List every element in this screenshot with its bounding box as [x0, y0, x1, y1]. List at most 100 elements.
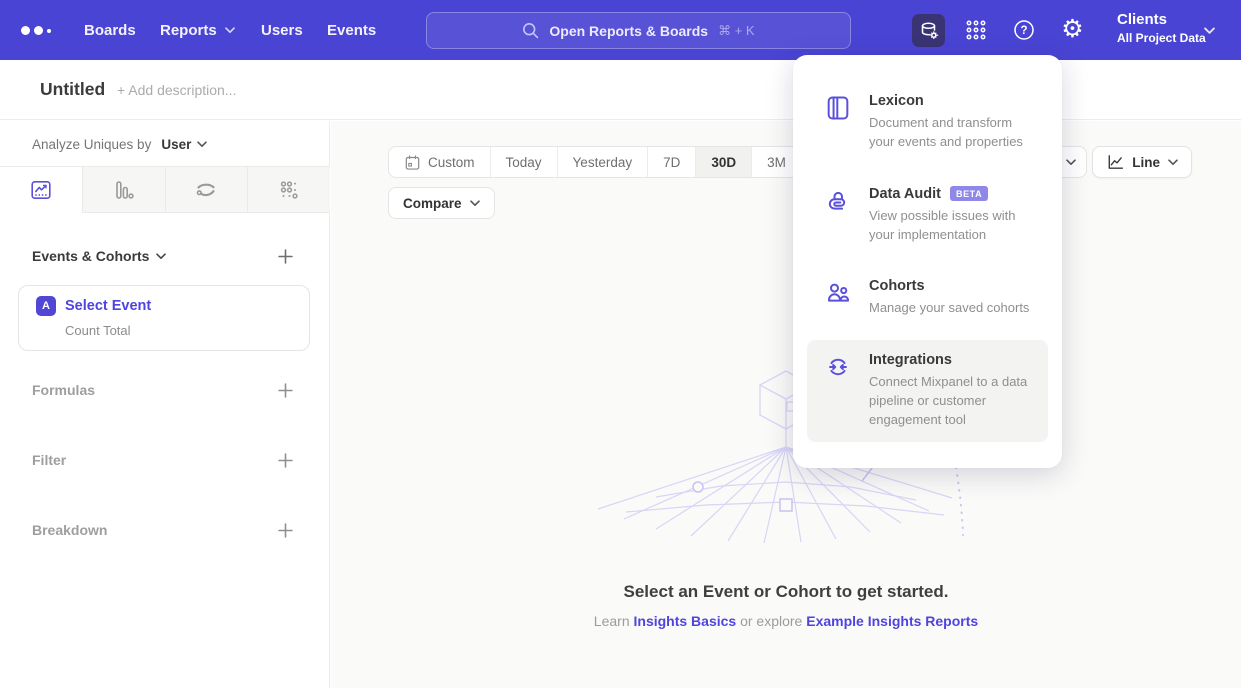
- chevron-down-icon: [1168, 159, 1178, 166]
- calendar-icon: [404, 154, 421, 171]
- empty-state-subtitle: Learn Insights Basics or explore Example…: [331, 613, 1241, 629]
- data-management-button[interactable]: [912, 14, 945, 47]
- project-name: All Project Data: [1117, 30, 1206, 47]
- menu-item-title: Lexicon: [869, 93, 1038, 109]
- range-custom[interactable]: Custom: [389, 147, 490, 177]
- chevron-down-icon: [1066, 159, 1076, 166]
- formulas-section: Formulas: [0, 378, 330, 402]
- apps-grid-button[interactable]: [963, 17, 989, 43]
- data-management-menu: Lexicon Document and transform your even…: [793, 55, 1062, 468]
- mixpanel-logo[interactable]: [21, 26, 51, 35]
- breakdown-section: Breakdown: [0, 518, 330, 542]
- menu-item-cohorts[interactable]: Cohorts Manage your saved cohorts: [807, 266, 1048, 330]
- chevron-down-icon: [1204, 27, 1215, 35]
- org-name: Clients: [1117, 10, 1206, 30]
- range-yesterday[interactable]: Yesterday: [557, 147, 648, 177]
- compare-label: Compare: [403, 196, 462, 211]
- beta-badge: BETA: [950, 186, 988, 201]
- chart-canvas: Custom Today Yesterday 7D 30D 3M 6M Comp…: [331, 121, 1241, 688]
- search-placeholder: Open Reports & Boards: [549, 23, 708, 39]
- menu-item-description: Document and transform your events and p…: [869, 114, 1038, 152]
- line-chart-tab-icon: [29, 178, 53, 202]
- report-title[interactable]: Untitled: [40, 79, 105, 100]
- tab-bar-chart[interactable]: [82, 167, 165, 213]
- query-sidebar: Analyze Uniques by User: [0, 121, 330, 688]
- nav-events[interactable]: Events: [327, 0, 376, 60]
- events-cohorts-toggle[interactable]: Events & Cohorts: [32, 248, 166, 264]
- menu-item-title: Cohorts: [869, 278, 1029, 294]
- select-event-label[interactable]: Select Event: [65, 298, 151, 314]
- nav-boards[interactable]: Boards: [84, 0, 136, 60]
- filter-label: Filter: [32, 452, 66, 468]
- menu-item-description: Manage your saved cohorts: [869, 299, 1029, 318]
- search-input[interactable]: Open Reports & Boards ⌘ + K: [426, 12, 851, 49]
- line-chart-icon: [1106, 153, 1124, 171]
- menu-item-integrations[interactable]: Integrations Connect Mixpanel to a data …: [807, 340, 1048, 442]
- gear-icon: ⚙: [1061, 15, 1083, 43]
- search-shortcut: ⌘ + K: [718, 23, 755, 39]
- select-event-card[interactable]: A Select Event Count Total: [18, 285, 310, 351]
- svg-text:?: ?: [1020, 25, 1027, 37]
- bar-chart-tab-icon: [112, 178, 136, 202]
- range-7d[interactable]: 7D: [647, 147, 695, 177]
- data-audit-icon: [824, 186, 852, 245]
- search-icon: [522, 22, 539, 39]
- logo-dot: [47, 29, 51, 33]
- retention-tab-icon: [277, 178, 301, 202]
- add-breakdown-button[interactable]: [278, 523, 293, 538]
- chevron-down-icon: [197, 141, 207, 148]
- analyze-value: User: [161, 137, 191, 152]
- flows-tab-icon: [194, 178, 218, 202]
- chart-type-tabs: [0, 166, 330, 213]
- analyze-label: Analyze Uniques by: [32, 137, 151, 152]
- grid-icon: [964, 18, 988, 42]
- event-series-badge: A: [36, 296, 56, 316]
- menu-item-description: View possible issues with your implement…: [869, 207, 1038, 245]
- nav-users[interactable]: Users: [261, 0, 303, 60]
- top-nav: Boards Reports Users Events Open Reports…: [0, 0, 1241, 60]
- settings-button[interactable]: ⚙: [1059, 15, 1086, 43]
- add-event-button[interactable]: [278, 249, 293, 264]
- events-cohorts-label: Events & Cohorts: [32, 248, 149, 264]
- integrations-sync-icon: [824, 352, 852, 430]
- tab-insights-line[interactable]: [0, 167, 82, 213]
- nav-reports[interactable]: Reports: [160, 0, 235, 60]
- insights-basics-link[interactable]: Insights Basics: [634, 613, 737, 629]
- help-button[interactable]: ?: [1011, 17, 1037, 43]
- date-range-control: Custom Today Yesterday 7D 30D 3M 6M: [388, 146, 852, 178]
- project-selector[interactable]: Clients All Project Data: [1117, 10, 1206, 47]
- help-icon: ?: [1012, 18, 1036, 42]
- range-today[interactable]: Today: [490, 147, 557, 177]
- subtitle-prefix: Learn: [594, 613, 634, 629]
- chart-style-label: Line: [1132, 155, 1160, 170]
- tab-retention[interactable]: [247, 167, 330, 213]
- tab-flows[interactable]: [165, 167, 248, 213]
- menu-item-title: Integrations: [869, 352, 1038, 368]
- lexicon-book-icon: [824, 93, 852, 152]
- events-cohorts-header: Events & Cohorts: [0, 244, 330, 268]
- chevron-down-icon: [225, 27, 235, 34]
- menu-item-description: Connect Mixpanel to a data pipeline or c…: [869, 373, 1038, 430]
- compare-dropdown[interactable]: Compare: [388, 187, 495, 219]
- filter-section: Filter: [0, 448, 330, 472]
- menu-item-lexicon[interactable]: Lexicon Document and transform your even…: [807, 81, 1048, 164]
- chart-style-dropdown[interactable]: Line: [1092, 146, 1192, 178]
- breakdown-label: Breakdown: [32, 522, 107, 538]
- count-total-selector[interactable]: Count Total: [65, 323, 309, 338]
- cohorts-users-icon: [824, 278, 852, 318]
- add-description-field[interactable]: + Add description...: [117, 82, 236, 98]
- menu-item-data-audit[interactable]: Data Audit BETA View possible issues wit…: [807, 174, 1048, 257]
- chevron-down-icon: [470, 200, 480, 207]
- empty-state-title: Select an Event or Cohort to get started…: [331, 582, 1241, 602]
- subtitle-middle: or explore: [736, 613, 806, 629]
- range-30d[interactable]: 30D: [695, 147, 751, 177]
- add-filter-button[interactable]: [278, 453, 293, 468]
- example-reports-link[interactable]: Example Insights Reports: [806, 613, 978, 629]
- logo-dot: [21, 26, 30, 35]
- logo-dot: [34, 26, 43, 35]
- add-formula-button[interactable]: [278, 383, 293, 398]
- nav-reports-label: Reports: [160, 22, 217, 39]
- database-gear-icon: [918, 20, 940, 42]
- analyze-uniques-selector[interactable]: Analyze Uniques by User: [32, 133, 207, 155]
- chevron-down-icon: [156, 253, 166, 260]
